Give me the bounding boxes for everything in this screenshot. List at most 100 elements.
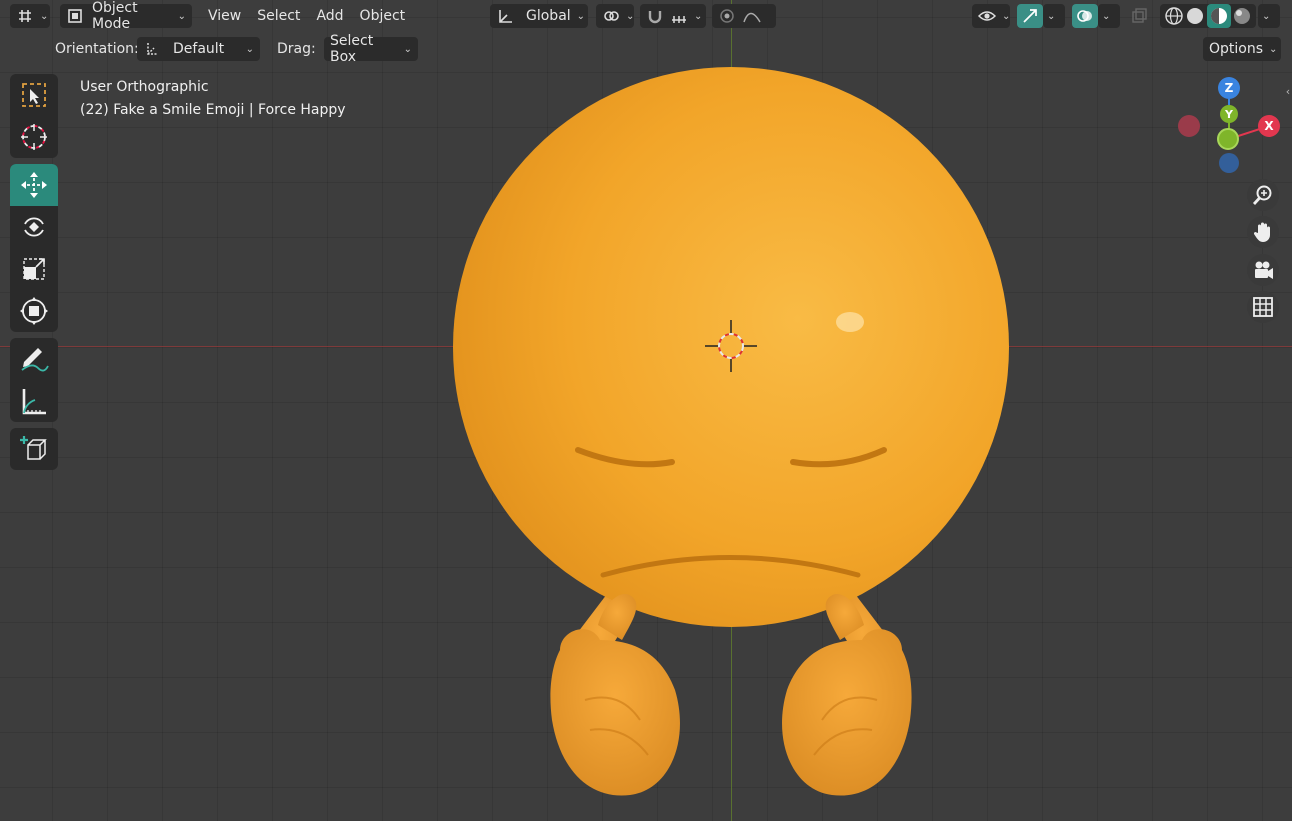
zoom-icon xyxy=(1252,184,1274,206)
tool-group-transform xyxy=(10,164,58,332)
proportional-edit-icon xyxy=(718,7,736,25)
camera-view-button[interactable] xyxy=(1247,254,1279,286)
transform-orientation-selector[interactable]: Global ⌄ xyxy=(490,4,588,28)
grid-icon xyxy=(1252,296,1274,318)
camera-icon xyxy=(1252,259,1274,281)
measure-tool[interactable] xyxy=(10,380,58,422)
menu-select[interactable]: Select xyxy=(249,4,308,28)
cursor-tool[interactable] xyxy=(10,116,58,158)
rendered-shading-icon[interactable] xyxy=(1232,6,1252,26)
object-mode-icon xyxy=(66,7,84,25)
gizmo-arrow-icon xyxy=(1021,7,1039,25)
chevron-down-icon: ⌄ xyxy=(403,43,412,55)
gizmo-toggle-button[interactable] xyxy=(1017,4,1043,28)
chevron-down-icon: ⌄ xyxy=(245,43,254,55)
xray-toggle-button[interactable] xyxy=(1130,4,1152,28)
drag-label: Drag: xyxy=(277,41,316,57)
orientation-global-label: Global xyxy=(526,8,571,24)
snapping-button[interactable]: ⌄ xyxy=(640,4,706,28)
shading-mode-group xyxy=(1160,4,1256,28)
editor-type-button[interactable]: ⌄ xyxy=(10,4,50,28)
wireframe-shading-icon[interactable] xyxy=(1164,6,1184,26)
scale-tool[interactable] xyxy=(10,248,58,290)
gizmo-y-axis[interactable]: Y xyxy=(1220,105,1238,123)
orientation-axes-icon xyxy=(143,40,161,58)
chevron-down-icon: ⌄ xyxy=(1002,10,1011,22)
falloff-curve-icon xyxy=(742,7,762,25)
drag-value: Select Box xyxy=(330,33,374,65)
chevron-left-icon: ‹ xyxy=(1285,84,1291,98)
orientation-value: Default xyxy=(173,41,225,57)
overlays-toggle-button[interactable] xyxy=(1072,4,1098,28)
orientation-label: Orientation: xyxy=(55,41,139,57)
navigation-gizmo[interactable]: Z Y X xyxy=(1170,76,1282,176)
overlays-icon xyxy=(1076,7,1094,25)
chevron-down-icon: ⌄ xyxy=(576,10,586,22)
view-name: User Orthographic xyxy=(80,79,209,95)
gizmo-neg-z-axis[interactable] xyxy=(1219,153,1239,173)
chevron-down-icon: ⌄ xyxy=(177,10,186,22)
add-cube-icon xyxy=(18,433,50,465)
add-cube-tool[interactable] xyxy=(10,428,58,470)
measure-icon xyxy=(19,386,49,416)
gizmo-neg-y-axis[interactable] xyxy=(1217,128,1239,150)
overlays-dropdown[interactable]: ⌄ xyxy=(1098,4,1120,28)
shading-dropdown[interactable]: ⌄ xyxy=(1258,4,1280,28)
global-axes-icon xyxy=(496,7,516,25)
gizmo-neg-x-axis[interactable] xyxy=(1178,115,1200,137)
select-box-tool[interactable] xyxy=(10,74,58,116)
toggle-perspective-button[interactable] xyxy=(1247,291,1279,323)
menu-view[interactable]: View xyxy=(200,4,249,28)
orientation-dropdown[interactable]: Default ⌄ xyxy=(137,37,260,61)
solid-shading-icon[interactable] xyxy=(1185,6,1205,26)
proportional-editing-button[interactable] xyxy=(712,4,776,28)
pivot-point-button[interactable]: ⌄ xyxy=(596,4,634,28)
mode-label: Object Mode xyxy=(92,0,138,32)
gizmo-dropdown[interactable]: ⌄ xyxy=(1043,4,1065,28)
sidebar-toggle[interactable]: ‹ xyxy=(1284,82,1292,100)
gizmo-z-axis[interactable]: Z xyxy=(1218,77,1240,99)
pan-button[interactable] xyxy=(1247,216,1279,248)
emoji-head xyxy=(453,67,1009,627)
visibility-selectability-button[interactable]: ⌄ xyxy=(972,4,1010,28)
move-icon xyxy=(19,170,49,200)
transform-tool[interactable] xyxy=(10,290,58,332)
chevron-down-icon: ⌄ xyxy=(1269,43,1278,55)
magnet-icon xyxy=(646,7,664,25)
xray-icon xyxy=(1130,7,1148,25)
chevron-down-icon: ⌄ xyxy=(694,10,703,22)
menu-object[interactable]: Object xyxy=(352,4,414,28)
cursor-icon xyxy=(19,122,49,152)
hand-pan-icon xyxy=(1252,221,1274,243)
select-box-icon xyxy=(20,81,48,109)
chevron-down-icon: ⌄ xyxy=(1102,10,1111,22)
tool-shelf xyxy=(10,74,58,476)
editor-type-icon xyxy=(16,7,34,25)
gizmo-x-axis[interactable]: X xyxy=(1258,115,1280,137)
viewport-info: User Orthographic (22) Fake a Smile Emoj… xyxy=(80,76,346,122)
tool-group-select xyxy=(10,74,58,158)
mode-selector[interactable]: Object Mode ⌄ xyxy=(60,0,192,32)
snap-increment-icon xyxy=(670,7,688,25)
tool-settings-bar: Orientation: Default ⌄ Drag: Select Box … xyxy=(0,33,1292,65)
menu-add[interactable]: Add xyxy=(308,4,351,28)
emoji-model[interactable] xyxy=(0,0,1292,821)
annotate-tool[interactable] xyxy=(10,338,58,380)
tool-group-annotate xyxy=(10,338,58,422)
chevron-down-icon: ⌄ xyxy=(1262,10,1271,22)
rotate-tool[interactable] xyxy=(10,206,58,248)
link-icon xyxy=(602,7,620,25)
viewport-header: ⌄ Object Mode ⌄ View Select Add Object G… xyxy=(0,0,1292,32)
transform-icon xyxy=(19,296,49,326)
options-label: Options xyxy=(1209,41,1264,57)
3d-viewport[interactable] xyxy=(0,0,1292,821)
options-dropdown[interactable]: Options ⌄ xyxy=(1203,37,1281,61)
move-tool[interactable] xyxy=(10,164,58,206)
object-info: (22) Fake a Smile Emoji | Force Happy xyxy=(80,102,346,118)
chevron-down-icon: ⌄ xyxy=(40,10,49,22)
drag-dropdown[interactable]: Select Box ⌄ xyxy=(324,33,418,65)
rotate-icon xyxy=(19,212,49,242)
zoom-button[interactable] xyxy=(1247,179,1279,211)
material-preview-icon[interactable] xyxy=(1206,4,1231,28)
tool-group-add xyxy=(10,428,58,470)
